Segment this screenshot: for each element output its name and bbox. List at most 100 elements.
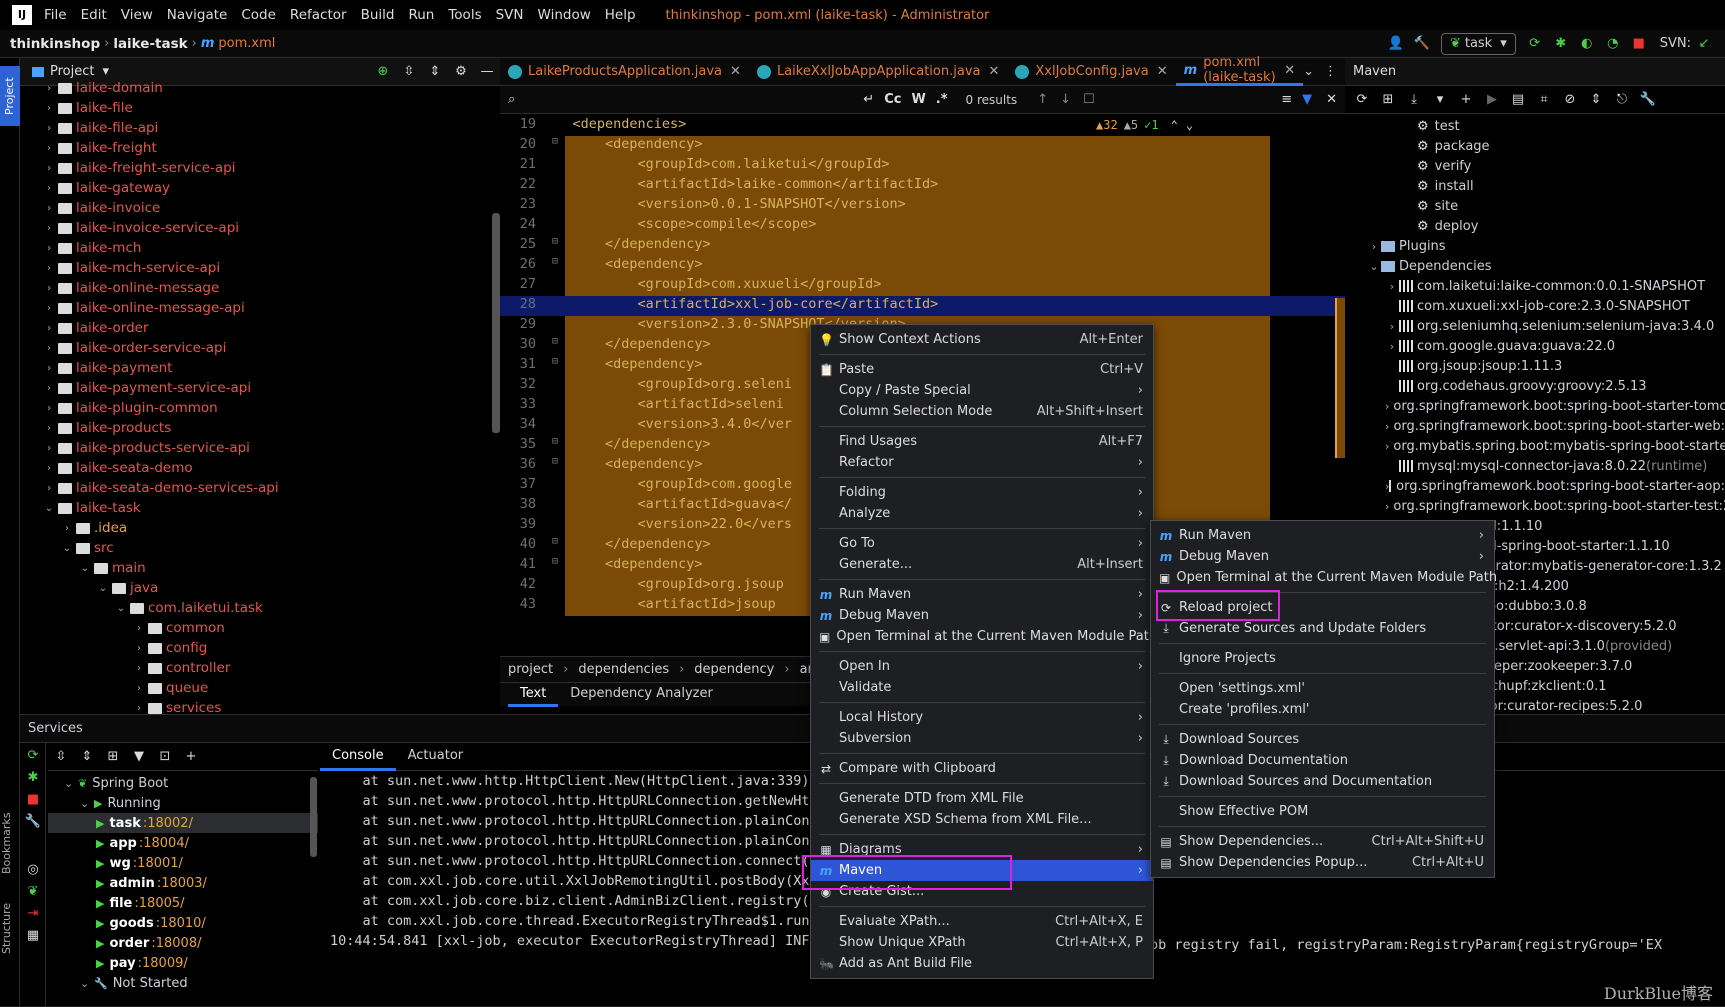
project-tree-item[interactable]: ›laike-plugin-common xyxy=(20,398,500,418)
menu-item-open-settings-xml[interactable]: Open 'settings.xml' xyxy=(1151,678,1494,699)
service-port-link[interactable]: :18008/ xyxy=(151,936,201,951)
project-tree-item[interactable]: ›controller xyxy=(20,658,500,678)
service-tree-item[interactable]: ⌄🔧Not Started xyxy=(48,973,318,993)
chevron-icon[interactable]: › xyxy=(42,103,56,114)
maven-tree-item[interactable]: ⚙install xyxy=(1345,176,1725,196)
editor-tab[interactable]: LaikeProductsApplication.java✕ xyxy=(500,58,749,86)
service-port-link[interactable]: :18001/ xyxy=(133,856,183,871)
project-tree-item[interactable]: ›laike-payment xyxy=(20,358,500,378)
chevron-icon[interactable]: › xyxy=(42,443,56,454)
project-scrollbar[interactable] xyxy=(492,213,500,433)
svn-update-icon[interactable]: ↙ xyxy=(1695,35,1713,53)
menu-item-create-profiles-xml[interactable]: Create 'profiles.xml' xyxy=(1151,699,1494,720)
skip-tests-icon[interactable]: ⊘ xyxy=(1561,91,1579,109)
menu-item-compare-with-clipboard[interactable]: ⇄Compare with Clipboard xyxy=(811,758,1153,779)
exit-icon[interactable]: ⇥ xyxy=(24,905,42,923)
project-tree-item[interactable]: ›laike-mch-service-api xyxy=(20,258,500,278)
plus-icon[interactable]: + xyxy=(182,748,200,766)
menu-item-run[interactable]: Run xyxy=(408,7,434,23)
prev-occurrence-icon[interactable]: ↑ xyxy=(1037,92,1048,107)
chevron-icon[interactable]: › xyxy=(42,483,56,494)
menu-item-download-documentation[interactable]: ⤓Download Documentation xyxy=(1151,750,1494,771)
rerun-icon[interactable]: ⟳ xyxy=(1526,35,1544,53)
maven-tree-item[interactable]: ⚙deploy xyxy=(1345,216,1725,236)
chevron-icon[interactable]: ⌄ xyxy=(96,583,110,594)
chevron-down-icon[interactable]: ⌄ xyxy=(1186,118,1193,132)
project-tree-item[interactable]: ›laike-gateway xyxy=(20,178,500,198)
maven-tree-item[interactable]: ›org.springframework.boot:spring-boot-st… xyxy=(1345,476,1725,496)
xml-breadcrumb-item[interactable]: project xyxy=(508,662,553,677)
menu-item-view[interactable]: View xyxy=(121,7,153,23)
chevron-up-icon[interactable]: ⌃ xyxy=(1171,118,1178,132)
match-case-icon[interactable]: Cc xyxy=(884,92,901,107)
chevron-icon[interactable]: › xyxy=(132,643,146,654)
project-tree-item[interactable]: ›laike-mch xyxy=(20,238,500,258)
service-port-link[interactable]: :18003/ xyxy=(157,876,207,891)
chevron-icon[interactable]: › xyxy=(42,263,56,274)
expand-all-icon[interactable]: ⇳ xyxy=(400,63,418,81)
maven-tree-item[interactable]: ›org.springframework.boot:spring-boot-st… xyxy=(1345,396,1725,416)
menu-item-show-unique-xpath[interactable]: Show Unique XPathCtrl+Alt+X, P xyxy=(811,932,1153,953)
chevron-icon[interactable]: › xyxy=(42,323,56,334)
chevron-icon[interactable]: ⌄ xyxy=(60,543,74,554)
project-tree-item[interactable]: ›laike-file-api xyxy=(20,118,500,138)
debug-bug-icon[interactable]: ✱ xyxy=(24,769,42,787)
menu-item-validate[interactable]: Validate xyxy=(811,677,1153,698)
menu-item-tools[interactable]: Tools xyxy=(448,7,481,23)
chevron-icon[interactable]: › xyxy=(42,283,56,294)
chevron-icon[interactable]: › xyxy=(42,223,56,234)
project-tree-item[interactable]: ›laike-freight-service-api xyxy=(20,158,500,178)
service-tree-item[interactable]: ▶wg:18001/ xyxy=(48,853,318,873)
service-tree-item[interactable]: ▶task:18002/ xyxy=(48,813,318,833)
run-icon[interactable]: ▶ xyxy=(1483,91,1501,109)
menu-item-navigate[interactable]: Navigate xyxy=(167,7,228,23)
project-tree-item[interactable]: ›laike-seata-demo-services-api xyxy=(20,478,500,498)
chevron-icon[interactable]: › xyxy=(42,143,56,154)
structure-tool-tab[interactable]: Structure xyxy=(0,888,20,968)
newline-icon[interactable]: ↵ xyxy=(863,92,874,107)
locate-target-icon[interactable]: ⊕ xyxy=(374,63,392,81)
project-panel-title[interactable]: Project xyxy=(50,64,94,79)
user-icon[interactable]: 👤 xyxy=(1387,35,1405,53)
menu-item-code[interactable]: Code xyxy=(241,7,276,23)
rerun-icon[interactable]: ⟳ xyxy=(24,747,42,765)
chevron-down-icon[interactable]: ▾ xyxy=(102,64,109,79)
menu-item-open-in[interactable]: Open In› xyxy=(811,656,1153,677)
maven-tree-item[interactable]: org.jsoup:jsoup:1.11.3 xyxy=(1345,356,1725,376)
project-tree-item[interactable]: ›laike-order xyxy=(20,318,500,338)
chevron-icon[interactable]: › xyxy=(1385,500,1389,513)
menu-item-add-as-ant-build-file[interactable]: 🐜Add as Ant Build File xyxy=(811,953,1153,974)
maven-tree-item[interactable]: ›Plugins xyxy=(1345,236,1725,256)
close-icon[interactable]: ✕ xyxy=(730,64,741,79)
chevron-icon[interactable]: › xyxy=(42,303,56,314)
toggle-offline-icon[interactable]: ⌗ xyxy=(1535,91,1553,109)
menu-item-debug-maven[interactable]: mDebug Maven› xyxy=(811,605,1153,626)
chevron-icon[interactable]: › xyxy=(42,243,56,254)
chevron-down-icon[interactable]: ⌄ xyxy=(64,777,78,790)
project-tree-item[interactable]: ›laike-file xyxy=(20,98,500,118)
editor-bottom-tab[interactable]: Text xyxy=(508,683,558,707)
service-port-link[interactable]: :18009/ xyxy=(138,956,188,971)
menu-item-paste[interactable]: 📋PasteCtrl+V xyxy=(811,359,1153,380)
project-tree-item[interactable]: ⌄laike-task xyxy=(20,498,500,518)
menu-item-download-sources[interactable]: ⤓Download Sources xyxy=(1151,729,1494,750)
service-port-link[interactable]: :18004/ xyxy=(139,836,189,851)
menu-item-find-usages[interactable]: Find UsagesAlt+F7 xyxy=(811,431,1153,452)
menu-item-help[interactable]: Help xyxy=(605,7,636,23)
menu-item-generate[interactable]: Generate...Alt+Insert xyxy=(811,554,1153,575)
editor-tab[interactable]: LaikeXxlJobAppApplication.java✕ xyxy=(749,58,1007,86)
next-occurrence-icon[interactable]: ↓ xyxy=(1060,92,1071,107)
chevron-icon[interactable]: › xyxy=(1367,240,1381,253)
menu-item-generate-xsd-schema-from-xml-file[interactable]: Generate XSD Schema from XML File... xyxy=(811,809,1153,830)
menu-item-svn[interactable]: SVN xyxy=(496,7,524,23)
layout-icon[interactable]: ▦ xyxy=(24,927,42,945)
project-tool-tab[interactable]: Project xyxy=(0,66,20,126)
editor-tab[interactable]: XxlJobConfig.java✕ xyxy=(1007,58,1175,86)
service-tree-item[interactable]: ▶order:18008/ xyxy=(48,933,318,953)
collapse-all-icon[interactable]: ⇕ xyxy=(426,63,444,81)
regex-icon[interactable]: .* xyxy=(936,92,948,107)
menu-item-open-terminal-at-the-current-maven-module-path[interactable]: ▣Open Terminal at the Current Maven Modu… xyxy=(1151,567,1494,588)
profile-icon[interactable]: ◔ xyxy=(1604,35,1622,53)
project-tree-item[interactable]: ›laike-online-message-api xyxy=(20,298,500,318)
chevron-down-icon[interactable]: ⌄ xyxy=(80,977,94,990)
